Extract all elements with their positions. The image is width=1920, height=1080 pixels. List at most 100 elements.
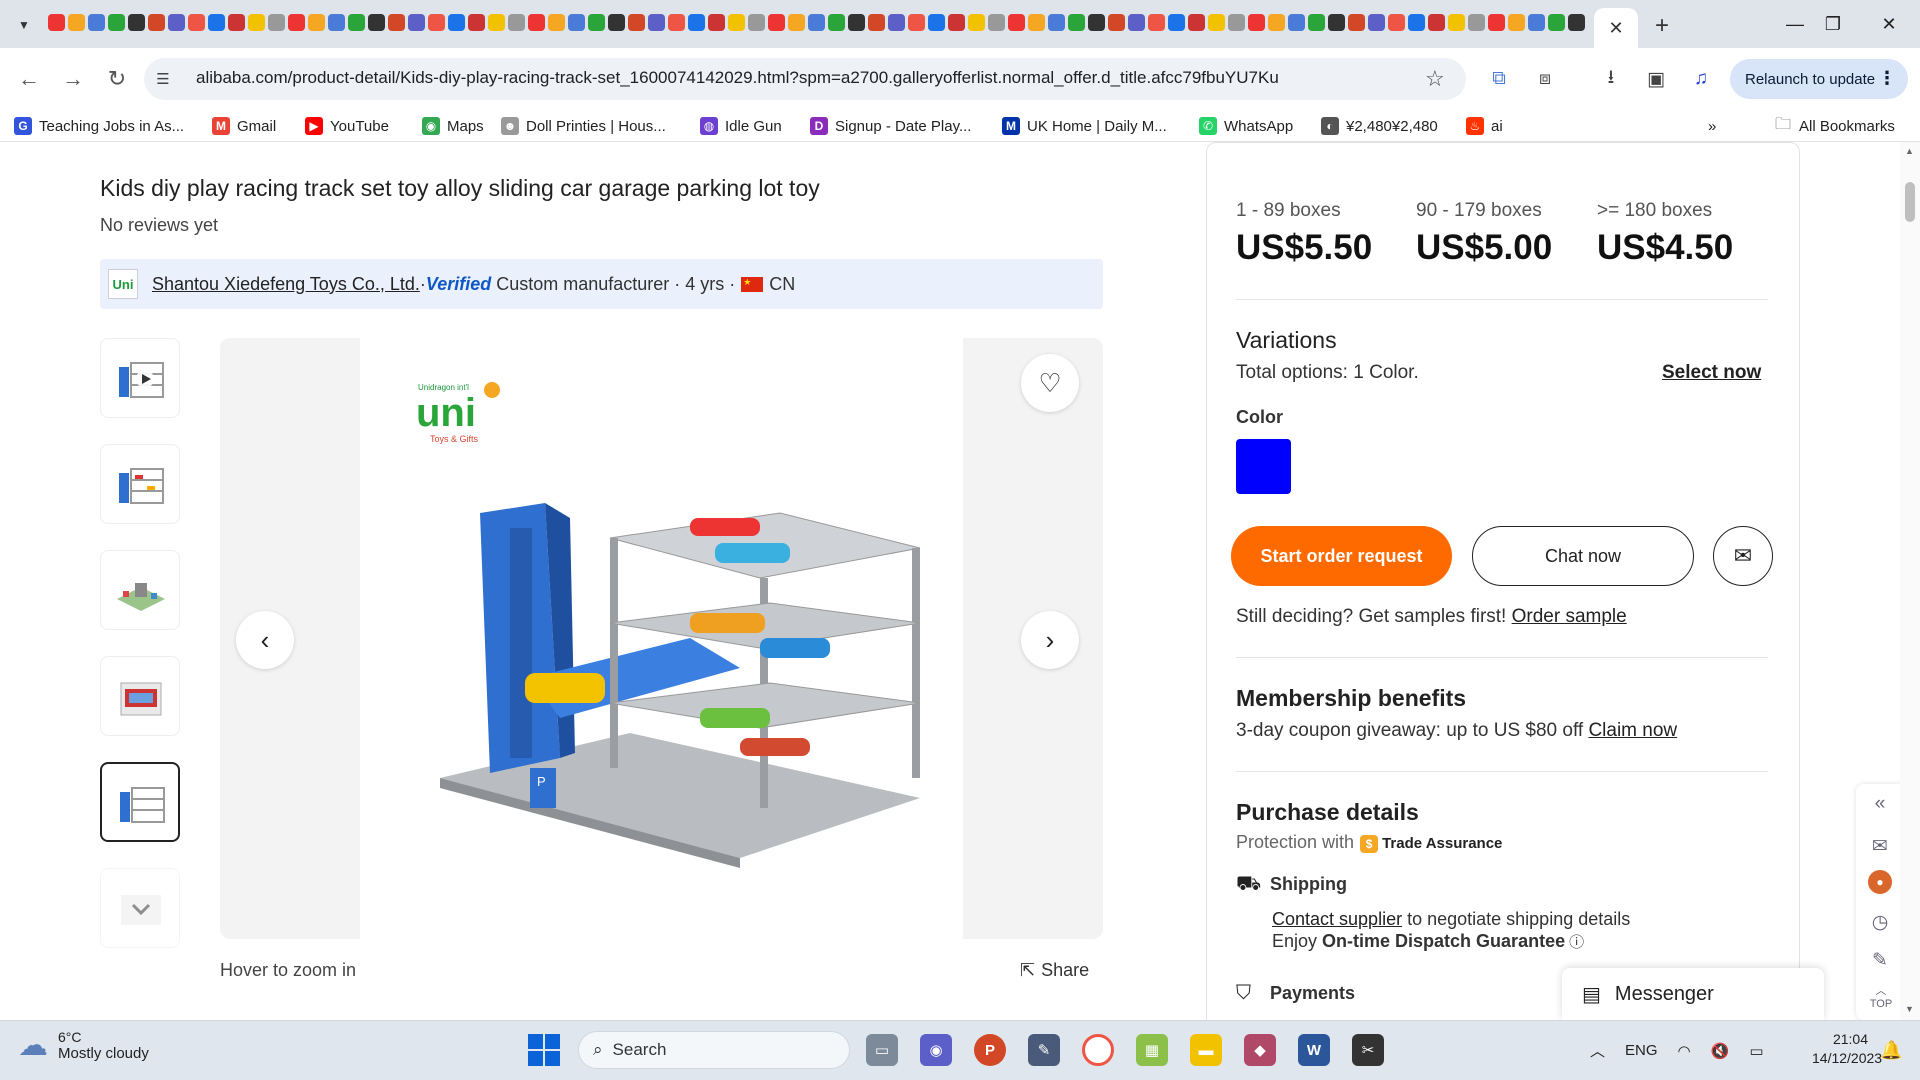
verified-badge[interactable]: Verified bbox=[426, 274, 491, 295]
thumbnail-video[interactable] bbox=[100, 338, 180, 418]
thumbnail-2[interactable] bbox=[100, 444, 180, 524]
pinned-tab-favicon-icon[interactable] bbox=[788, 14, 805, 31]
bookmark-item[interactable]: ♨ ai bbox=[1466, 116, 1503, 136]
pinned-tab-favicon-icon[interactable] bbox=[968, 14, 985, 31]
pinned-tab-favicon-icon[interactable] bbox=[1128, 14, 1145, 31]
page-scrollbar[interactable]: ▲ ▼ bbox=[1900, 142, 1920, 1020]
scroll-up-icon[interactable]: ▲ bbox=[1905, 146, 1914, 156]
new-tab-button[interactable]: + bbox=[1648, 12, 1676, 40]
chevron-down-icon[interactable] bbox=[115, 887, 167, 931]
pinned-tab-favicon-icon[interactable] bbox=[1448, 14, 1465, 31]
pinned-tab-favicon-icon[interactable] bbox=[688, 14, 705, 31]
pinned-tab-favicon-icon[interactable] bbox=[1168, 14, 1185, 31]
pinned-tab-favicon-icon[interactable] bbox=[1528, 14, 1545, 31]
prev-image-chevron-icon[interactable]: ‹ bbox=[236, 611, 294, 669]
bookmark-item[interactable]: D Signup - Date Play... bbox=[810, 116, 971, 136]
avatar[interactable]: ● bbox=[1868, 870, 1892, 894]
pinned-tab-favicon-icon[interactable] bbox=[108, 14, 125, 31]
extensions-icon[interactable]: ⧈ bbox=[1532, 66, 1558, 92]
bookmark-item[interactable]: ▶ YouTube bbox=[305, 116, 389, 136]
notification-bell-icon[interactable]: 🔔 bbox=[1880, 1040, 1902, 1061]
thumbnail-5-selected[interactable] bbox=[100, 762, 180, 842]
word-icon[interactable]: W bbox=[1298, 1034, 1330, 1066]
language-indicator[interactable]: ENG bbox=[1625, 1042, 1658, 1059]
site-info-icon[interactable]: ☰ bbox=[152, 69, 174, 89]
pinned-tab-favicon-icon[interactable] bbox=[628, 14, 645, 31]
history-clock-icon[interactable]: ◷ bbox=[1868, 910, 1892, 934]
pinned-tab-favicon-icon[interactable] bbox=[48, 14, 65, 31]
collapse-chevrons-icon[interactable]: « bbox=[1868, 792, 1892, 816]
pinned-tab-favicon-icon[interactable] bbox=[1428, 14, 1445, 31]
pinned-tab-favicon-icon[interactable] bbox=[888, 14, 905, 31]
pinned-tab-favicon-icon[interactable] bbox=[948, 14, 965, 31]
pinned-tab-favicon-icon[interactable] bbox=[1568, 14, 1585, 31]
thumbnail-3[interactable] bbox=[100, 550, 180, 630]
pinned-tab-favicon-icon[interactable] bbox=[868, 14, 885, 31]
pinned-tab-favicon-icon[interactable] bbox=[708, 14, 725, 31]
contact-supplier-link[interactable]: Contact supplier bbox=[1272, 909, 1402, 929]
pinned-tab-favicon-icon[interactable] bbox=[1368, 14, 1385, 31]
pinned-tab-favicon-icon[interactable] bbox=[1188, 14, 1205, 31]
volume-muted-icon[interactable]: 🔇 bbox=[1711, 1042, 1730, 1060]
thumbnail-6[interactable] bbox=[100, 868, 180, 948]
pinned-tab-favicon-icon[interactable] bbox=[1148, 14, 1165, 31]
game-icon[interactable]: ◆ bbox=[1244, 1034, 1276, 1066]
scroll-thumb[interactable] bbox=[1905, 182, 1915, 222]
pinned-tab-favicon-icon[interactable] bbox=[1328, 14, 1345, 31]
bookmark-item[interactable]: G Teaching Jobs in As... bbox=[14, 116, 184, 136]
pinned-tab-favicon-icon[interactable] bbox=[1008, 14, 1025, 31]
pinned-tab-favicon-icon[interactable] bbox=[148, 14, 165, 31]
tab-search-icon[interactable]: ▼ bbox=[12, 13, 36, 37]
pinned-tab-favicon-icon[interactable] bbox=[808, 14, 825, 31]
relaunch-button[interactable]: Relaunch to update ⋮ bbox=[1730, 59, 1908, 99]
share-button[interactable]: ⇱ Share bbox=[1020, 960, 1089, 981]
pinned-tab-favicon-icon[interactable] bbox=[68, 14, 85, 31]
pinned-tab-favicon-icon[interactable] bbox=[528, 14, 545, 31]
pinned-tab-favicon-icon[interactable] bbox=[328, 14, 345, 31]
weather-widget[interactable]: ☁ 6°C Mostly cloudy bbox=[18, 1028, 149, 1063]
download-icon[interactable]: ⭳ bbox=[1598, 66, 1624, 92]
pinned-tab-favicon-icon[interactable] bbox=[348, 14, 365, 31]
menu-dots-icon[interactable]: ⋮ bbox=[1878, 68, 1896, 89]
supplier-link[interactable]: Shantou Xiedefeng Toys Co., Ltd. bbox=[152, 274, 420, 295]
snipping-tool-icon[interactable]: ✂ bbox=[1352, 1034, 1384, 1066]
pinned-tab-favicon-icon[interactable] bbox=[1508, 14, 1525, 31]
teams-icon[interactable]: ◉ bbox=[920, 1034, 952, 1066]
wifi-icon[interactable]: ◠ bbox=[1678, 1042, 1691, 1060]
message-icon[interactable]: ✉ bbox=[1868, 834, 1892, 858]
pinned-tab-favicon-icon[interactable] bbox=[1048, 14, 1065, 31]
messenger-button[interactable]: ▤ Messenger bbox=[1562, 968, 1824, 1020]
pinned-tab-favicon-icon[interactable] bbox=[1208, 14, 1225, 31]
pinned-tab-favicon-icon[interactable] bbox=[228, 14, 245, 31]
tray-overflow-chevron-icon[interactable]: ︿ bbox=[1590, 1040, 1605, 1061]
pinned-tab-favicon-icon[interactable] bbox=[748, 14, 765, 31]
translate-icon[interactable]: ⧉ bbox=[1486, 66, 1512, 92]
pinned-tab-favicon-icon[interactable] bbox=[128, 14, 145, 31]
pinned-tab-favicon-icon[interactable] bbox=[168, 14, 185, 31]
pinned-tab-favicon-icon[interactable] bbox=[768, 14, 785, 31]
pinned-tab-favicon-icon[interactable] bbox=[1228, 14, 1245, 31]
chat-now-button[interactable]: Chat now bbox=[1472, 526, 1694, 586]
taskbar-search[interactable]: ⌕ Search bbox=[578, 1031, 850, 1069]
pinned-tab-favicon-icon[interactable] bbox=[1248, 14, 1265, 31]
scroll-down-icon[interactable]: ▼ bbox=[1905, 1004, 1914, 1014]
pinned-tab-favicon-icon[interactable] bbox=[468, 14, 485, 31]
bookmark-item[interactable]: M UK Home | Daily M... bbox=[1002, 116, 1167, 136]
all-bookmarks-button[interactable]: 🗀 All Bookmarks bbox=[1774, 116, 1895, 136]
pinned-tab-favicon-icon[interactable] bbox=[208, 14, 225, 31]
windows-start-icon[interactable] bbox=[528, 1034, 560, 1066]
back-to-top-button[interactable]: ︿ TOP bbox=[1866, 984, 1896, 1010]
pinned-tab-favicon-icon[interactable] bbox=[1488, 14, 1505, 31]
pinned-tab-favicon-icon[interactable] bbox=[388, 14, 405, 31]
maximize-icon[interactable]: ❐ bbox=[1810, 10, 1856, 38]
url-text[interactable]: alibaba.com/product-detail/Kids-diy-play… bbox=[196, 68, 1279, 88]
pinned-tab-favicon-icon[interactable] bbox=[188, 14, 205, 31]
bookmark-item[interactable]: ✆ WhatsApp bbox=[1199, 116, 1293, 136]
pinned-tab-favicon-icon[interactable] bbox=[1388, 14, 1405, 31]
bookmark-item[interactable]: ☻ Doll Printies | Hous... bbox=[501, 116, 666, 136]
pinned-tab-favicon-icon[interactable] bbox=[548, 14, 565, 31]
pinned-tab-favicon-icon[interactable] bbox=[908, 14, 925, 31]
active-tab-close-icon[interactable]: ✕ bbox=[1594, 8, 1638, 48]
powerpoint-icon[interactable]: P bbox=[974, 1034, 1006, 1066]
pinned-tab-favicon-icon[interactable] bbox=[1348, 14, 1365, 31]
